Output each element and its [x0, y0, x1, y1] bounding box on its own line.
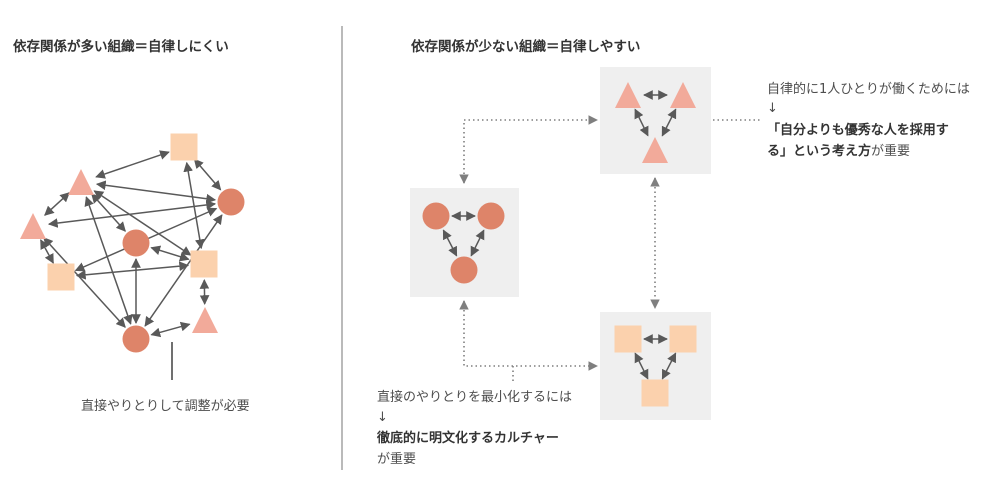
- bottom-note-line1: 直接のやりとりを最小化するには: [377, 390, 573, 405]
- top-note-line2: 「自分よりも優秀な人を採用す: [767, 123, 949, 138]
- square-node: [669, 325, 697, 353]
- connector-circles-to-squares: [459, 300, 598, 371]
- link-arrow: [150, 321, 191, 338]
- square-node: [47, 263, 75, 291]
- bottom-note-line3: が重要: [377, 452, 417, 467]
- connector-circles-to-triangles: [459, 115, 598, 184]
- bottom-note-arrow: ↓: [377, 410, 388, 425]
- circle-node: [477, 202, 505, 230]
- square-node: [614, 325, 642, 353]
- bottom-note-line2: 徹底的に明文化するカルチャー: [377, 431, 559, 446]
- dense-network: [20, 133, 245, 353]
- link-arrow: [75, 261, 190, 280]
- left-note: 直接やりとりして調整が必要: [81, 399, 250, 414]
- circle-node: [450, 256, 478, 284]
- link-arrow: [44, 192, 70, 216]
- circle-node: [217, 188, 245, 216]
- link-arrow: [47, 200, 217, 228]
- link-arrow: [95, 150, 170, 179]
- triangle-node: [68, 169, 94, 195]
- link-arrow: [95, 180, 217, 204]
- dense-network-nodes: [20, 133, 245, 353]
- left-title: 依存関係が多い組織＝自律しにくい: [13, 39, 229, 55]
- top-note-line3: る」という考え方が重要: [767, 142, 910, 161]
- square-node: [641, 379, 669, 407]
- circle-node: [122, 229, 150, 257]
- top-note-line3-rest: が重要: [871, 144, 911, 159]
- triangle-node: [20, 213, 46, 239]
- circle-node: [122, 325, 150, 353]
- right-title: 依存関係が少ない組織＝自律しやすい: [411, 39, 641, 55]
- link-arrow: [40, 239, 54, 264]
- triangle-node: [192, 307, 218, 333]
- top-note-arrow: ↓: [767, 101, 778, 116]
- top-note-line3-bold: る」という考え方: [767, 144, 872, 159]
- square-node: [170, 133, 198, 161]
- square-node: [190, 250, 218, 278]
- top-note-line1: 自律的に1人ひとりが働くためには: [767, 82, 970, 97]
- link-arrow: [193, 158, 222, 191]
- circle-node: [422, 202, 450, 230]
